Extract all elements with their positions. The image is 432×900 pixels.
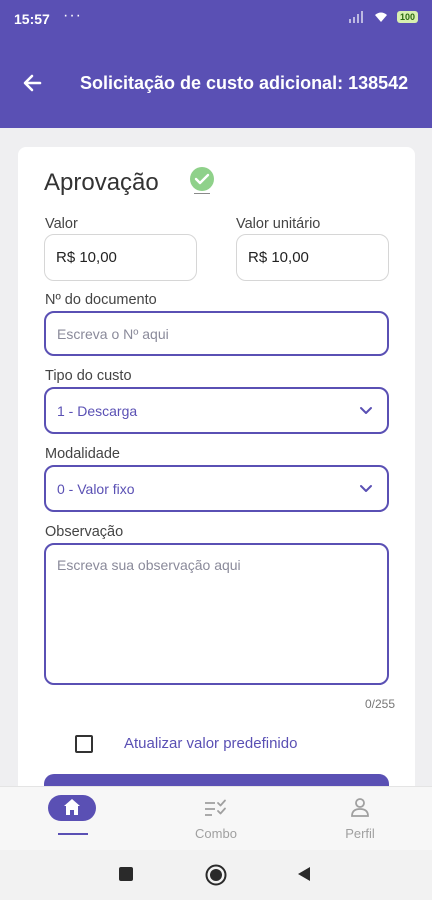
- valor-label: Valor: [45, 216, 78, 232]
- nav-item-home[interactable]: [0, 787, 144, 851]
- chevron-down-icon: [360, 406, 372, 414]
- char-counter: 0/255: [364, 697, 395, 711]
- modalidade-value: 0 - Valor fixo: [57, 480, 135, 497]
- valor-unitario-label: Valor unitário: [236, 216, 321, 232]
- nav-label-perfil: Perfil: [345, 826, 375, 841]
- approval-card: Aprovação Valor R$ 10,00 Valor unitário …: [18, 147, 415, 847]
- nav-item-combo[interactable]: Combo: [144, 787, 288, 851]
- system-nav-bar: [0, 850, 432, 900]
- nav-item-perfil[interactable]: Perfil: [288, 787, 432, 851]
- person-icon: [351, 798, 369, 817]
- chevron-down-icon: [360, 484, 372, 492]
- battery-icon: 100: [396, 11, 418, 23]
- tipo-custo-label: Tipo do custo: [45, 368, 132, 384]
- recents-square-icon[interactable]: [119, 867, 133, 881]
- check-circle-icon: [190, 167, 214, 194]
- notification-dots: ···: [63, 7, 82, 24]
- valor-field: R$ 10,00: [44, 234, 197, 281]
- checklist-icon: [205, 799, 226, 816]
- update-default-label[interactable]: Atualizar valor predefinido: [124, 735, 297, 752]
- valor-unitario-value: R$ 10,00: [248, 249, 309, 266]
- valor-value: R$ 10,00: [56, 249, 117, 266]
- status-time: 15:57: [14, 11, 50, 27]
- modalidade-label: Modalidade: [45, 446, 120, 462]
- modalidade-select[interactable]: 0 - Valor fixo: [44, 465, 389, 512]
- observacao-placeholder: Escreva sua observação aqui: [57, 557, 241, 573]
- signal-icon: [348, 11, 363, 23]
- home-icon: [64, 799, 80, 815]
- nav-label-combo: Combo: [195, 826, 237, 841]
- active-indicator: [58, 833, 88, 835]
- page-title: Solicitação de custo adicional: 138542: [80, 73, 409, 93]
- bottom-nav: Combo Perfil: [0, 786, 432, 850]
- status-bar: 15:57 ··· 100: [0, 0, 432, 38]
- documento-input[interactable]: Escreva o Nº aqui: [44, 311, 389, 356]
- tipo-custo-value: 1 - Descarga: [57, 402, 138, 419]
- tipo-custo-select[interactable]: 1 - Descarga: [44, 387, 389, 434]
- card-title: Aprovação: [44, 169, 159, 196]
- documento-label: Nº do documento: [45, 292, 157, 308]
- documento-placeholder: Escreva o Nº aqui: [57, 325, 169, 342]
- home-circle-icon[interactable]: [205, 864, 227, 886]
- observacao-textarea[interactable]: Escreva sua observação aqui: [44, 543, 389, 685]
- wifi-icon: [374, 12, 387, 22]
- back-triangle-icon[interactable]: [297, 866, 311, 882]
- back-arrow-icon[interactable]: [18, 68, 48, 98]
- valor-unitario-field: R$ 10,00: [236, 234, 389, 281]
- app-bar: Solicitação de custo adicional: 138542: [0, 38, 432, 128]
- status-icons: 100: [348, 11, 418, 23]
- update-default-checkbox[interactable]: [75, 735, 93, 753]
- observacao-label: Observação: [45, 524, 124, 540]
